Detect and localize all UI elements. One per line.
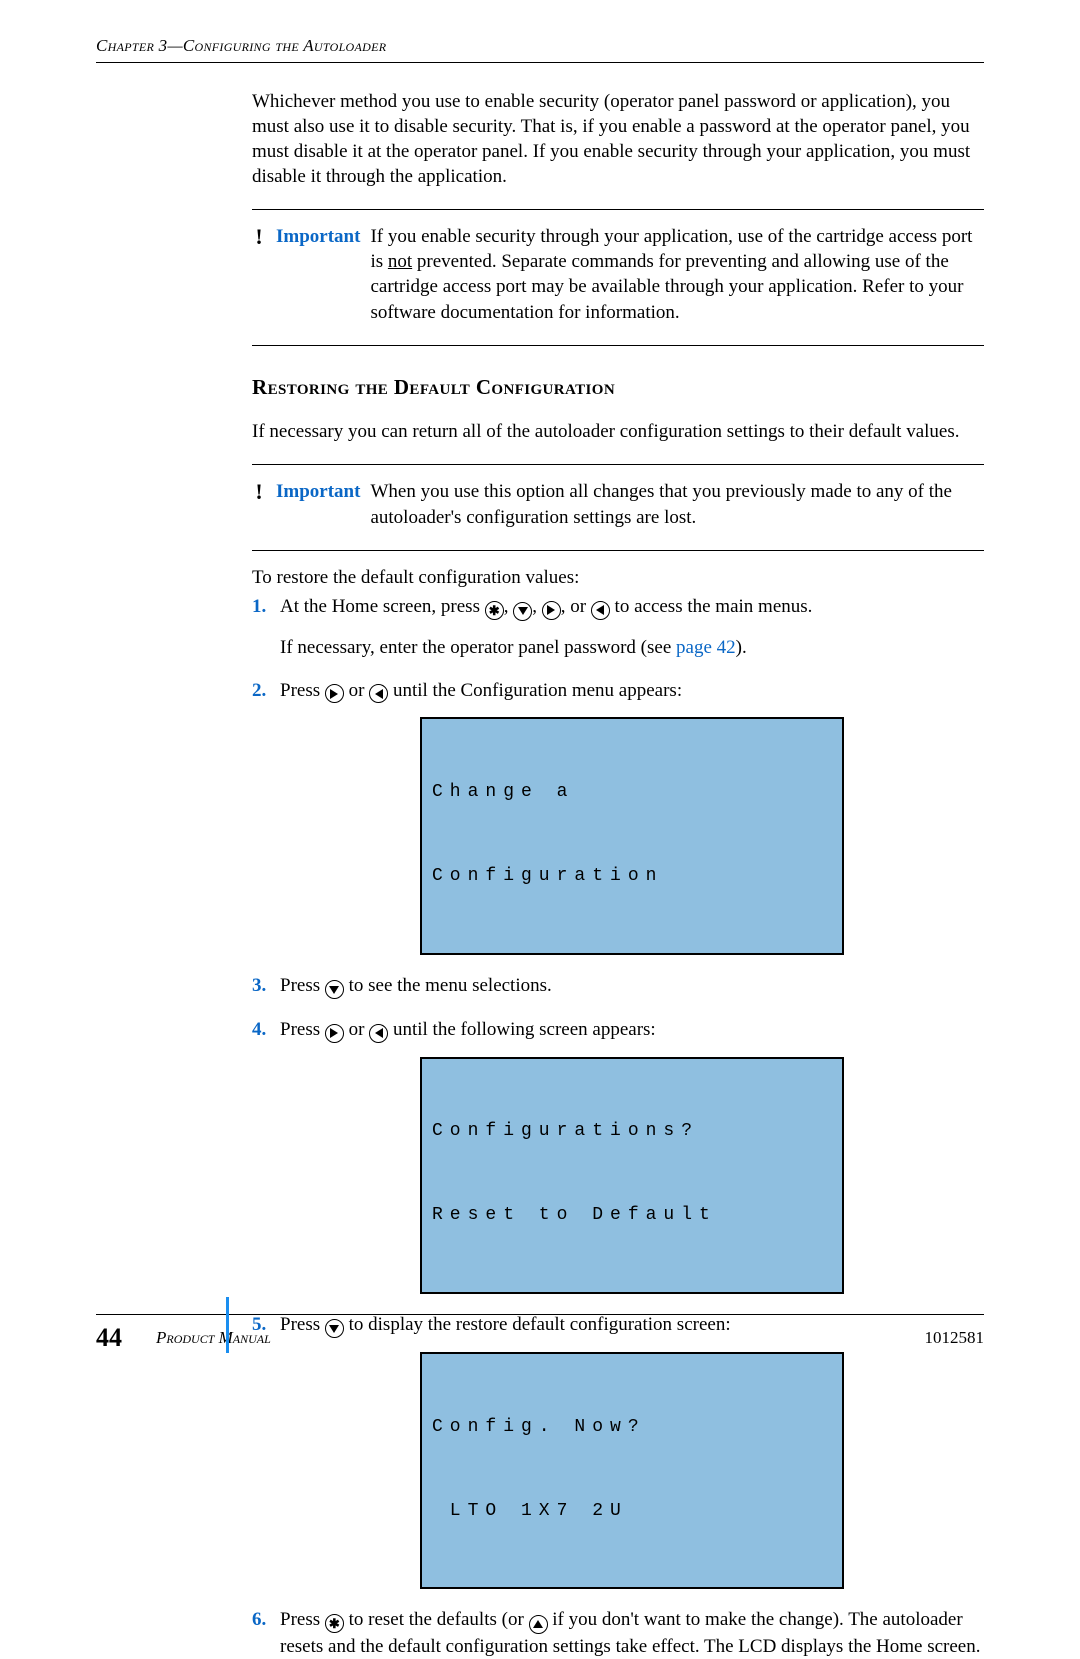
text: to reset the defaults (or: [349, 1609, 529, 1630]
lcd-screen: Config. Now? LTO 1X7 2U: [420, 1352, 844, 1589]
text: to see the menu selections.: [349, 975, 552, 996]
lcd-screen: Change a Configuration: [420, 717, 844, 954]
text: prevented. Separate commands for prevent…: [370, 251, 963, 322]
exclamation-icon: !: [252, 226, 266, 248]
text: Press: [280, 1609, 325, 1630]
footer-label: Product Manual: [156, 1328, 271, 1348]
page-link[interactable]: page 42: [676, 637, 736, 658]
page-number: 44: [96, 1323, 146, 1353]
sep: ,: [532, 596, 542, 617]
page-footer: 44 Product Manual 1012581: [96, 1314, 984, 1353]
footer-accent-bar: [226, 1297, 229, 1353]
step-6: Press ✱ to reset the defaults (or if you…: [252, 1607, 984, 1659]
step-5: Press to display the restore default con…: [252, 1312, 984, 1590]
important-label: Important: [276, 224, 360, 249]
text: to access the main menus.: [615, 596, 813, 617]
sep: , or: [561, 596, 591, 617]
enter-icon: ✱: [485, 601, 504, 620]
text: until the following screen appears:: [393, 1019, 656, 1040]
important-block: ! Important When you use this option all…: [252, 479, 984, 529]
up-arrow-icon: [529, 1615, 548, 1634]
enter-icon: ✱: [325, 1614, 344, 1633]
lcd-line: Reset to Default: [432, 1202, 832, 1230]
rule: [252, 209, 984, 210]
header-rule: [96, 62, 984, 63]
left-arrow-icon: [369, 684, 388, 703]
text: Press: [280, 975, 325, 996]
text: until the Configuration menu appears:: [393, 680, 682, 701]
rule: [252, 345, 984, 346]
text: At the Home screen, press: [280, 596, 485, 617]
step-2: Press or until the Configuration menu ap…: [252, 678, 984, 955]
body-column: Whichever method you use to enable secur…: [252, 89, 984, 1659]
lcd-screen: Configurations? Reset to Default: [420, 1057, 844, 1294]
step-4: Press or until the following screen appe…: [252, 1017, 984, 1294]
sep: or: [344, 1019, 369, 1040]
left-arrow-icon: [591, 601, 610, 620]
step-3: Press to see the menu selections.: [252, 973, 984, 1000]
intro-paragraph: Whichever method you use to enable secur…: [252, 89, 984, 189]
lcd-line: LTO 1X7 2U: [432, 1498, 832, 1526]
rule: [252, 550, 984, 551]
important-label: Important: [276, 479, 360, 504]
rule: [252, 464, 984, 465]
exclamation-icon: !: [252, 481, 266, 503]
lead-in: To restore the default configuration val…: [252, 565, 984, 590]
lcd-line: Configurations?: [432, 1118, 832, 1146]
text: If necessary, enter the operator panel p…: [280, 637, 676, 658]
sep: ,: [504, 596, 514, 617]
page: Chapter 3—Configuring the Autoloader Whi…: [0, 0, 1080, 1397]
running-header: Chapter 3—Configuring the Autoloader: [96, 36, 984, 62]
underlined-not: not: [388, 251, 412, 272]
text: Press: [280, 680, 325, 701]
section-heading: Restoring the Default Configuration: [252, 374, 984, 402]
important-block: ! Important If you enable security throu…: [252, 224, 984, 324]
text: ).: [736, 637, 747, 658]
section-intro: If necessary you can return all of the a…: [252, 419, 984, 444]
important-text: When you use this option all changes tha…: [370, 479, 984, 529]
right-arrow-icon: [325, 1024, 344, 1043]
down-arrow-icon: [325, 980, 344, 999]
sep: or: [344, 680, 369, 701]
right-arrow-icon: [542, 601, 561, 620]
ordered-steps: At the Home screen, press ✱, , , or to a…: [252, 594, 984, 1659]
step-1: At the Home screen, press ✱, , , or to a…: [252, 594, 984, 660]
document-number: 1012581: [925, 1328, 985, 1348]
important-text: If you enable security through your appl…: [370, 224, 984, 324]
lcd-line: Configuration: [432, 863, 832, 891]
lcd-line: Config. Now?: [432, 1414, 832, 1442]
text: Press: [280, 1019, 325, 1040]
lcd-line: Change a: [432, 779, 832, 807]
left-arrow-icon: [369, 1024, 388, 1043]
down-arrow-icon: [513, 602, 532, 621]
right-arrow-icon: [325, 684, 344, 703]
